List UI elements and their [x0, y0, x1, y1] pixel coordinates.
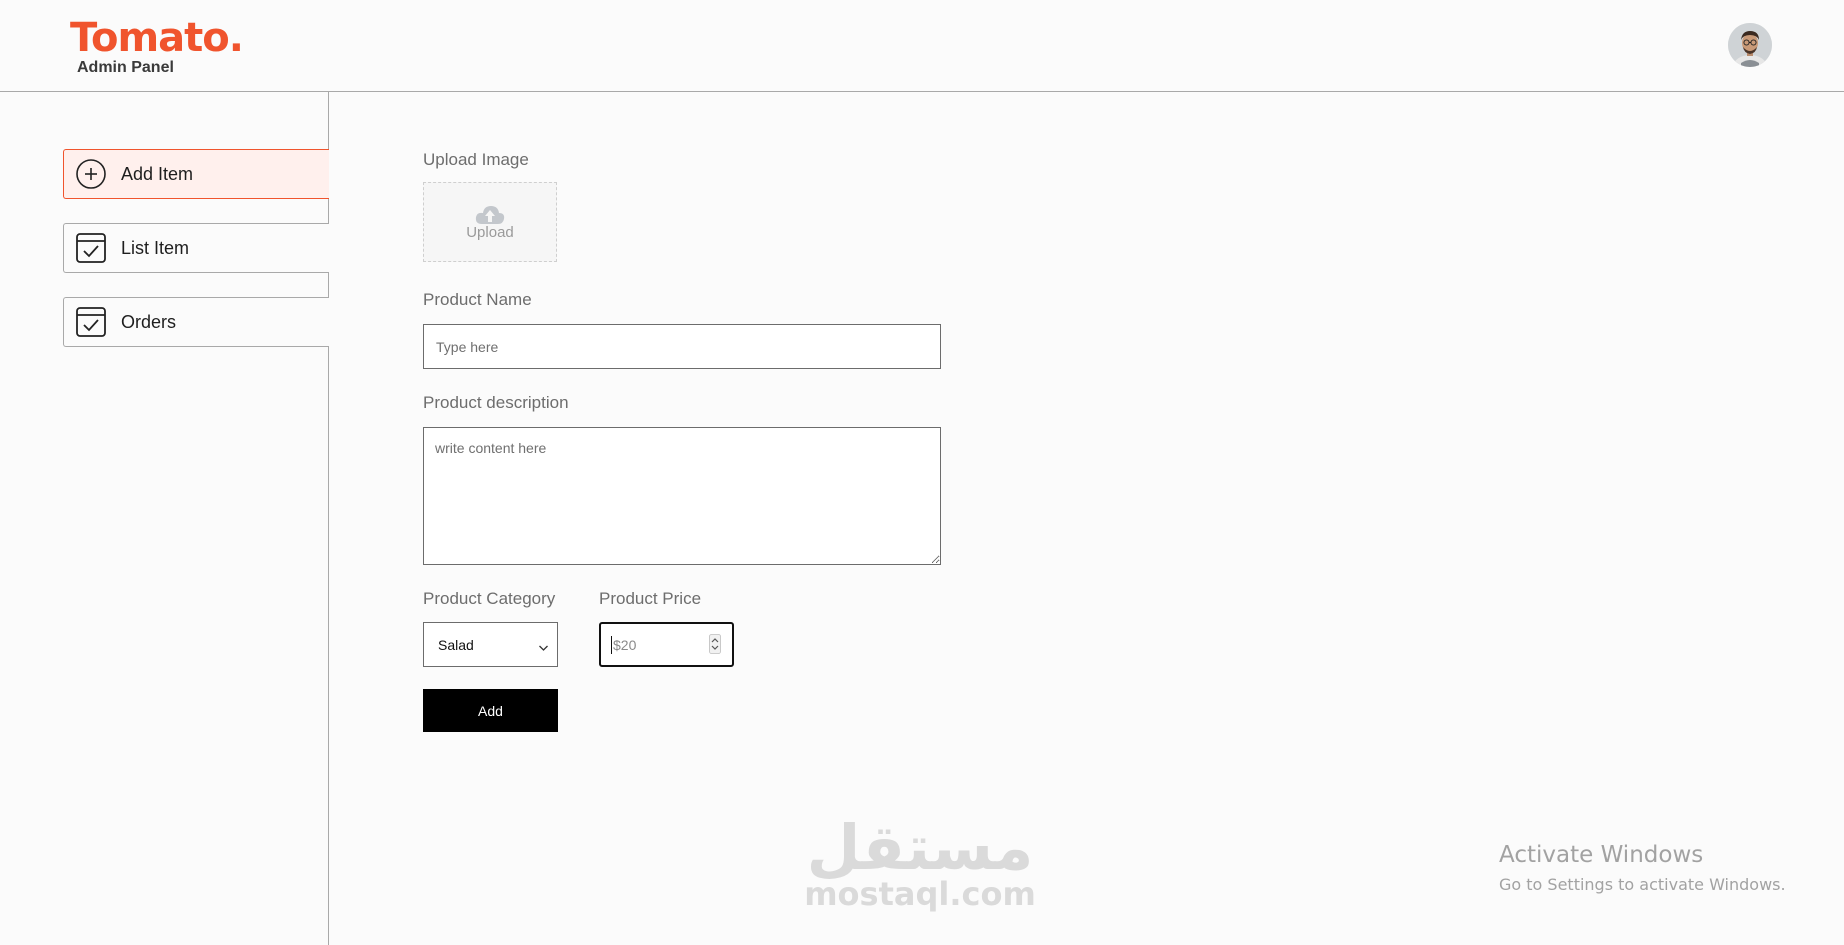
checklist-icon [75, 232, 107, 264]
sidebar-item-label: Add Item [121, 163, 194, 184]
product-category-label: Product Category [423, 589, 556, 608]
sidebar-item-label: List Item [121, 237, 190, 258]
sidebar-item-orders[interactable]: Orders [63, 297, 329, 347]
product-name-input[interactable] [423, 324, 941, 369]
watermark-arabic: مستقل [806, 811, 1034, 884]
sidebar-item-label: Orders [121, 311, 177, 332]
avatar[interactable] [1728, 23, 1772, 67]
app-logo[interactable]: Tomato. Admin Panel [70, 14, 244, 76]
cloud-upload-icon [475, 205, 505, 224]
price-placeholder: $20 [613, 636, 637, 653]
profile-avatar-icon [1728, 23, 1772, 67]
sidebar-item-list-item[interactable]: List Item [63, 223, 329, 273]
add-circle-icon [75, 158, 107, 190]
text-cursor [611, 635, 612, 654]
logo-title: Tomato. [70, 15, 244, 61]
navbar: Tomato. Admin Panel [0, 0, 1844, 92]
checklist-icon [75, 306, 107, 338]
upload-text: Upload [466, 223, 514, 241]
product-description-textarea[interactable] [423, 427, 941, 565]
product-price-label: Product Price [599, 589, 702, 608]
watermark: مستقل mostaql.com [800, 811, 1040, 914]
product-name-label: Product Name [423, 290, 532, 309]
activate-windows-notice: Activate Windows Go to Settings to activ… [1499, 842, 1786, 894]
sidebar: Add Item List Item Orders [0, 92, 329, 945]
product-description-label: Product description [423, 393, 569, 412]
product-category-select[interactable]: Salad [423, 622, 558, 667]
product-price-input[interactable]: $20 [599, 622, 734, 667]
number-spinner-icon[interactable] [709, 634, 721, 657]
upload-image-label: Upload Image [423, 150, 529, 169]
upload-image-button[interactable]: Upload [423, 182, 557, 262]
logo-subtitle: Admin Panel [77, 59, 174, 76]
selected-category: Salad [438, 636, 474, 653]
sidebar-item-add-item[interactable]: Add Item [63, 149, 329, 199]
chevron-down-icon [538, 639, 549, 655]
watermark-domain: mostaql.com [804, 875, 1036, 913]
add-button[interactable]: Add [423, 689, 558, 732]
activate-windows-subtitle: Go to Settings to activate Windows. [1499, 875, 1786, 894]
activate-windows-title: Activate Windows [1499, 842, 1704, 868]
